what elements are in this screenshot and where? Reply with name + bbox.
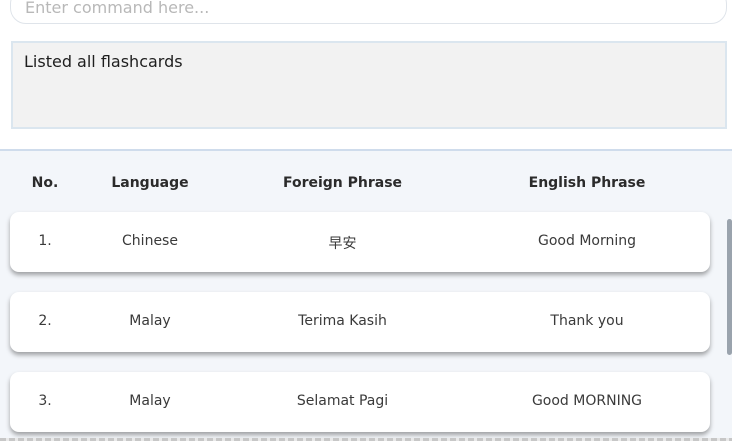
flashcard-row[interactable]: 3. Malay Selamat Pagi Good MORNING [10, 372, 710, 432]
row-foreign-phrase: 早安 [328, 236, 357, 252]
row-foreign-phrase: Selamat Pagi [296, 393, 389, 409]
row-english-phrase: Good Morning [538, 233, 636, 249]
row-language: Chinese [122, 233, 178, 249]
header-english-phrase: English Phrase [528, 175, 646, 191]
flashcard-list-panel: No. Language Foreign Phrase English Phra… [0, 149, 732, 441]
header-foreign-phrase: Foreign Phrase [282, 175, 403, 191]
row-number: 2. [38, 313, 52, 329]
row-language: Malay [129, 393, 171, 409]
command-input[interactable] [23, 0, 718, 18]
flashcard-row[interactable]: 2. Malay Terima Kasih Thank you [10, 292, 710, 352]
command-box[interactable] [10, 0, 727, 24]
row-number: 1. [38, 233, 52, 249]
header-no: No. [31, 175, 59, 191]
list-scrollbar[interactable] [726, 151, 732, 441]
table-header: No. Language Foreign Phrase English Phra… [0, 175, 732, 193]
result-message: Listed all flashcards [24, 52, 183, 71]
row-language: Malay [129, 313, 171, 329]
row-number: 3. [38, 393, 52, 409]
row-foreign-phrase: Terima Kasih [298, 313, 387, 329]
header-language: Language [111, 175, 189, 191]
flashcard-app-window: Listed all flashcards No. Language Forei… [0, 0, 732, 441]
scrollbar-thumb[interactable] [727, 219, 732, 355]
row-english-phrase: Thank you [550, 313, 624, 329]
result-display: Listed all flashcards [11, 41, 727, 129]
flashcard-row[interactable]: 1. Chinese 早安 Good Morning [10, 212, 710, 272]
row-english-phrase: Good MORNING [531, 393, 643, 409]
